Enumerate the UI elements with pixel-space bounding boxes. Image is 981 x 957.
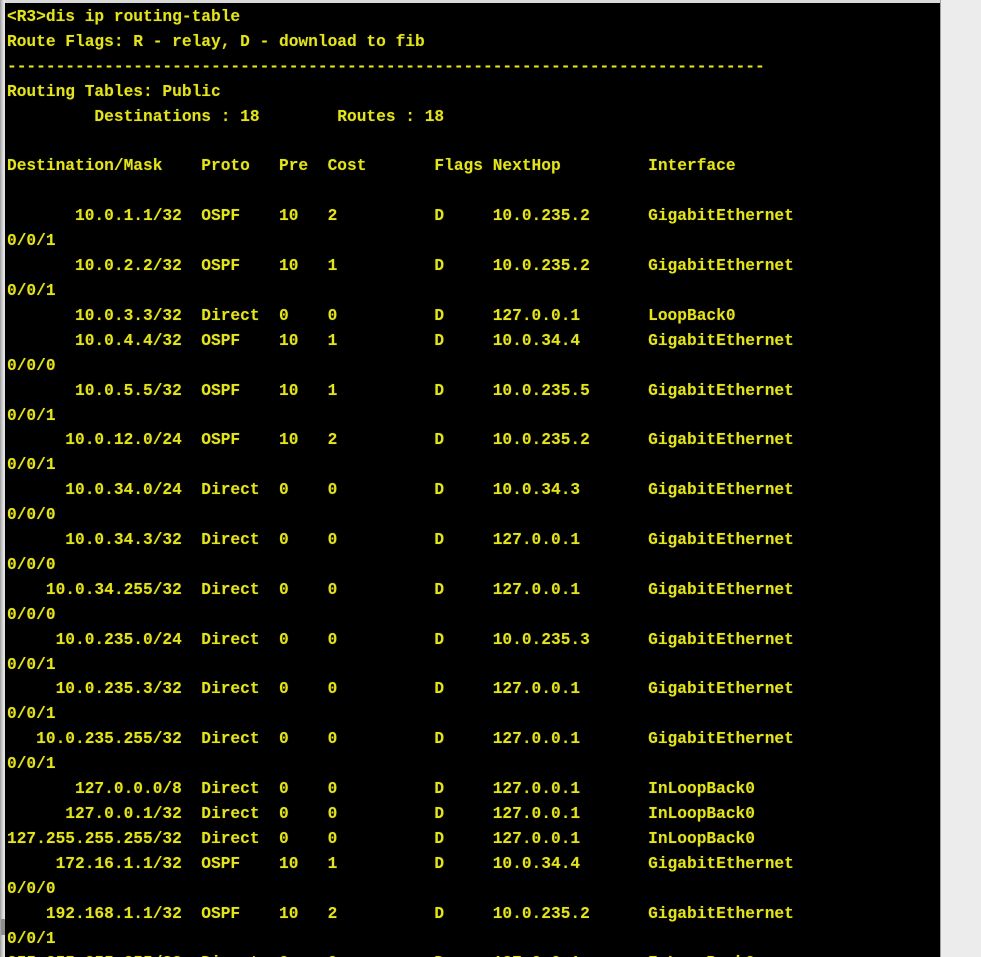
window-right-scrollbar[interactable] bbox=[940, 0, 981, 957]
terminal-window[interactable]: <R3>dis ip routing-table Route Flags: R … bbox=[0, 0, 981, 957]
console-output-area[interactable]: <R3>dis ip routing-table Route Flags: R … bbox=[5, 3, 940, 957]
routing-table-output: <R3>dis ip routing-table Route Flags: R … bbox=[7, 8, 794, 957]
